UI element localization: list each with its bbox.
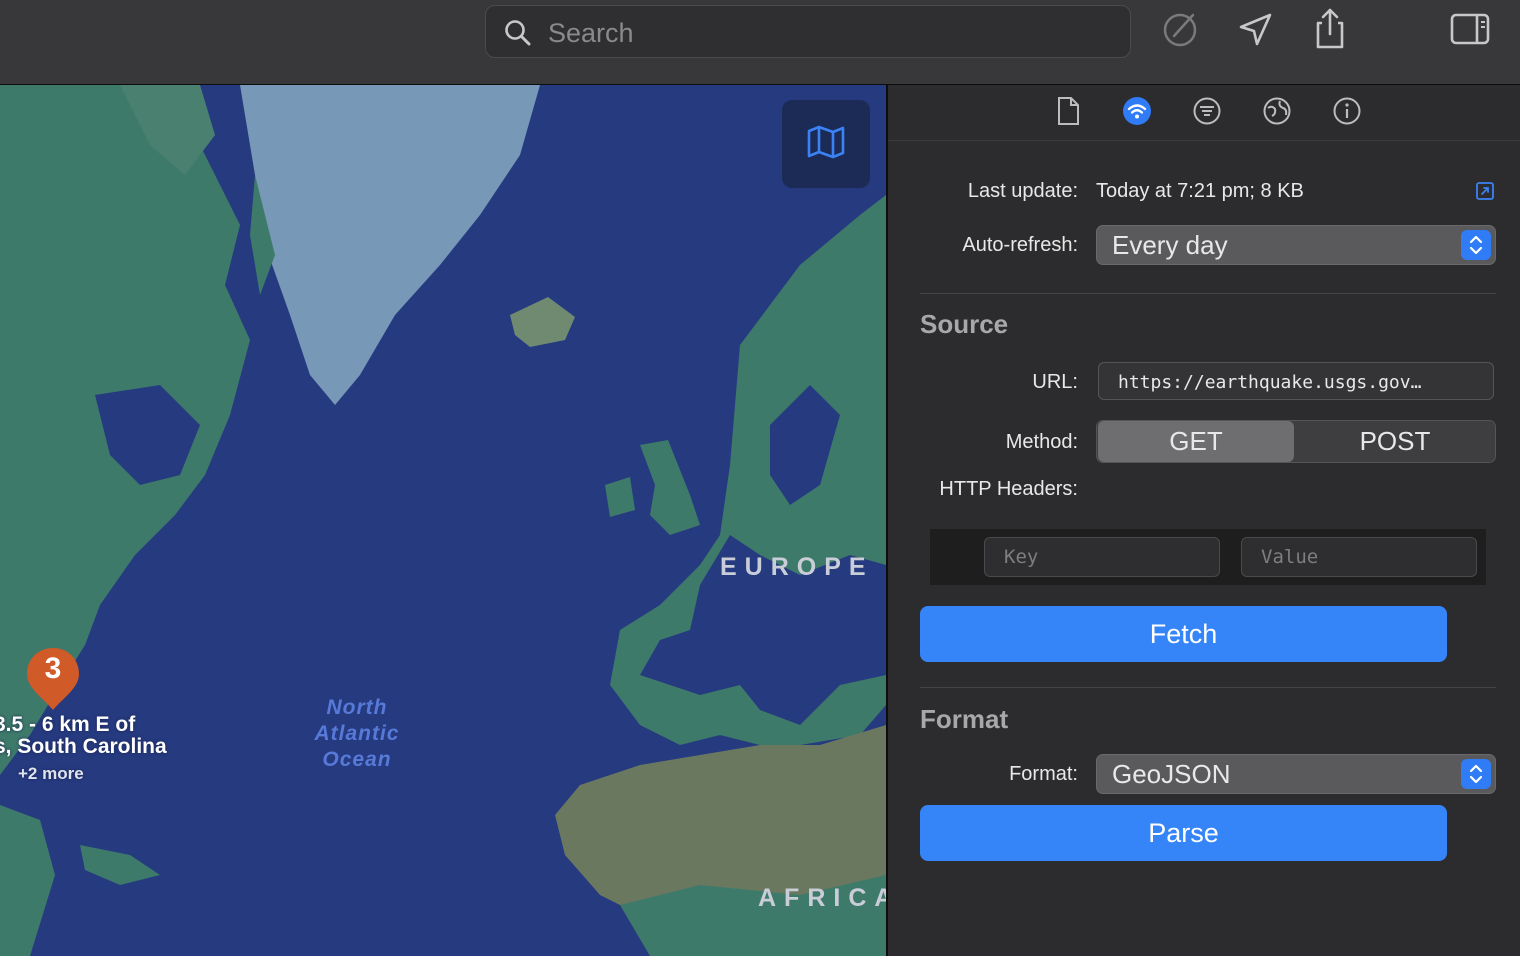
http-headers-label: HTTP Headers:: [939, 478, 1078, 500]
external-link-icon: [1475, 182, 1495, 205]
feed-icon: [1122, 96, 1152, 131]
search-field[interactable]: [485, 5, 1131, 58]
cluster-more: +2 more: [18, 764, 84, 783]
method-option-post[interactable]: POST: [1296, 421, 1494, 462]
last-update-label: Last update:: [967, 180, 1078, 202]
format-value: GeoJSON: [1112, 759, 1231, 789]
continent-label-africa: AFRICA: [758, 884, 886, 912]
filter-icon: [1192, 96, 1222, 131]
divider: [920, 687, 1496, 688]
document-icon: [1055, 96, 1081, 131]
sidebar-toggle-button[interactable]: [1445, 8, 1495, 54]
location-arrow-icon: [1235, 9, 1275, 54]
check-circle-icon: [1160, 9, 1200, 54]
search-icon: [504, 19, 532, 52]
format-section-title: Format: [920, 704, 1009, 734]
method-segmented-control: GET POST: [1096, 420, 1496, 463]
auto-refresh-select[interactable]: Every day: [1096, 225, 1496, 265]
chevron-up-down-icon: [1461, 230, 1491, 260]
fetch-button[interactable]: Fetch: [920, 606, 1447, 662]
location-button[interactable]: [1230, 8, 1280, 54]
map-icon: [806, 124, 846, 165]
method-label: Method:: [1005, 431, 1078, 453]
ocean-label-line2: Atlantic: [314, 722, 400, 745]
tab-document[interactable]: [1050, 95, 1086, 131]
parse-button[interactable]: Parse: [920, 805, 1447, 861]
cluster-count: 3: [44, 652, 62, 685]
cluster-title-line2: s, South Carolina: [0, 735, 167, 758]
info-icon: [1332, 96, 1362, 131]
share-icon: [1310, 7, 1350, 56]
map-land: [0, 85, 886, 956]
divider: [920, 293, 1496, 294]
ocean-label: North Atlantic Ocean: [300, 695, 414, 773]
continent-label-europe: EUROPE: [720, 553, 874, 581]
http-headers-table: [930, 529, 1486, 585]
toolbar: [0, 0, 1520, 85]
format-select[interactable]: GeoJSON: [1096, 754, 1496, 794]
header-value-input[interactable]: [1241, 537, 1477, 577]
ocean-label-line3: Ocean: [322, 748, 392, 771]
earthquake-cluster-pin[interactable]: 3: [25, 646, 81, 712]
chevron-up-down-icon: [1461, 759, 1491, 789]
cluster-title-line1: 3.5 - 6 km E of: [0, 713, 136, 736]
format-label: Format:: [1009, 763, 1078, 785]
search-input[interactable]: [546, 14, 1110, 52]
auto-refresh-label: Auto-refresh:: [962, 234, 1078, 256]
last-update-value: Today at 7:21 pm; 8 KB: [1096, 180, 1304, 202]
ocean-label-line1: North: [326, 696, 388, 719]
header-key-input[interactable]: [984, 537, 1220, 577]
map-style-button[interactable]: [782, 100, 870, 188]
url-field[interactable]: https://earthquake.usgs.gov…: [1098, 362, 1494, 400]
tab-info[interactable]: [1329, 95, 1365, 131]
auto-refresh-value: Every day: [1112, 230, 1228, 260]
cluster-title[interactable]: 3.5 - 6 km E of s, South Carolina: [0, 714, 167, 758]
open-external-button[interactable]: [1475, 181, 1495, 201]
share-button[interactable]: [1305, 8, 1355, 54]
source-section-title: Source: [920, 309, 1009, 339]
sidebar-icon: [1449, 12, 1491, 51]
inspector-panel: Last update: Today at 7:21 pm; 8 KB Auto…: [888, 85, 1520, 956]
globe-icon: [1262, 96, 1292, 131]
method-option-get[interactable]: GET: [1098, 421, 1294, 462]
tab-globe[interactable]: [1259, 95, 1295, 131]
check-circle-button[interactable]: [1155, 8, 1205, 54]
map-view[interactable]: EUROPE AFRICA North Atlantic Ocean 3 3.5…: [0, 85, 886, 956]
tab-filter[interactable]: [1189, 95, 1225, 131]
tab-feed[interactable]: [1119, 95, 1155, 131]
inspector-tabs: [888, 85, 1520, 141]
url-label: URL:: [1032, 371, 1078, 393]
